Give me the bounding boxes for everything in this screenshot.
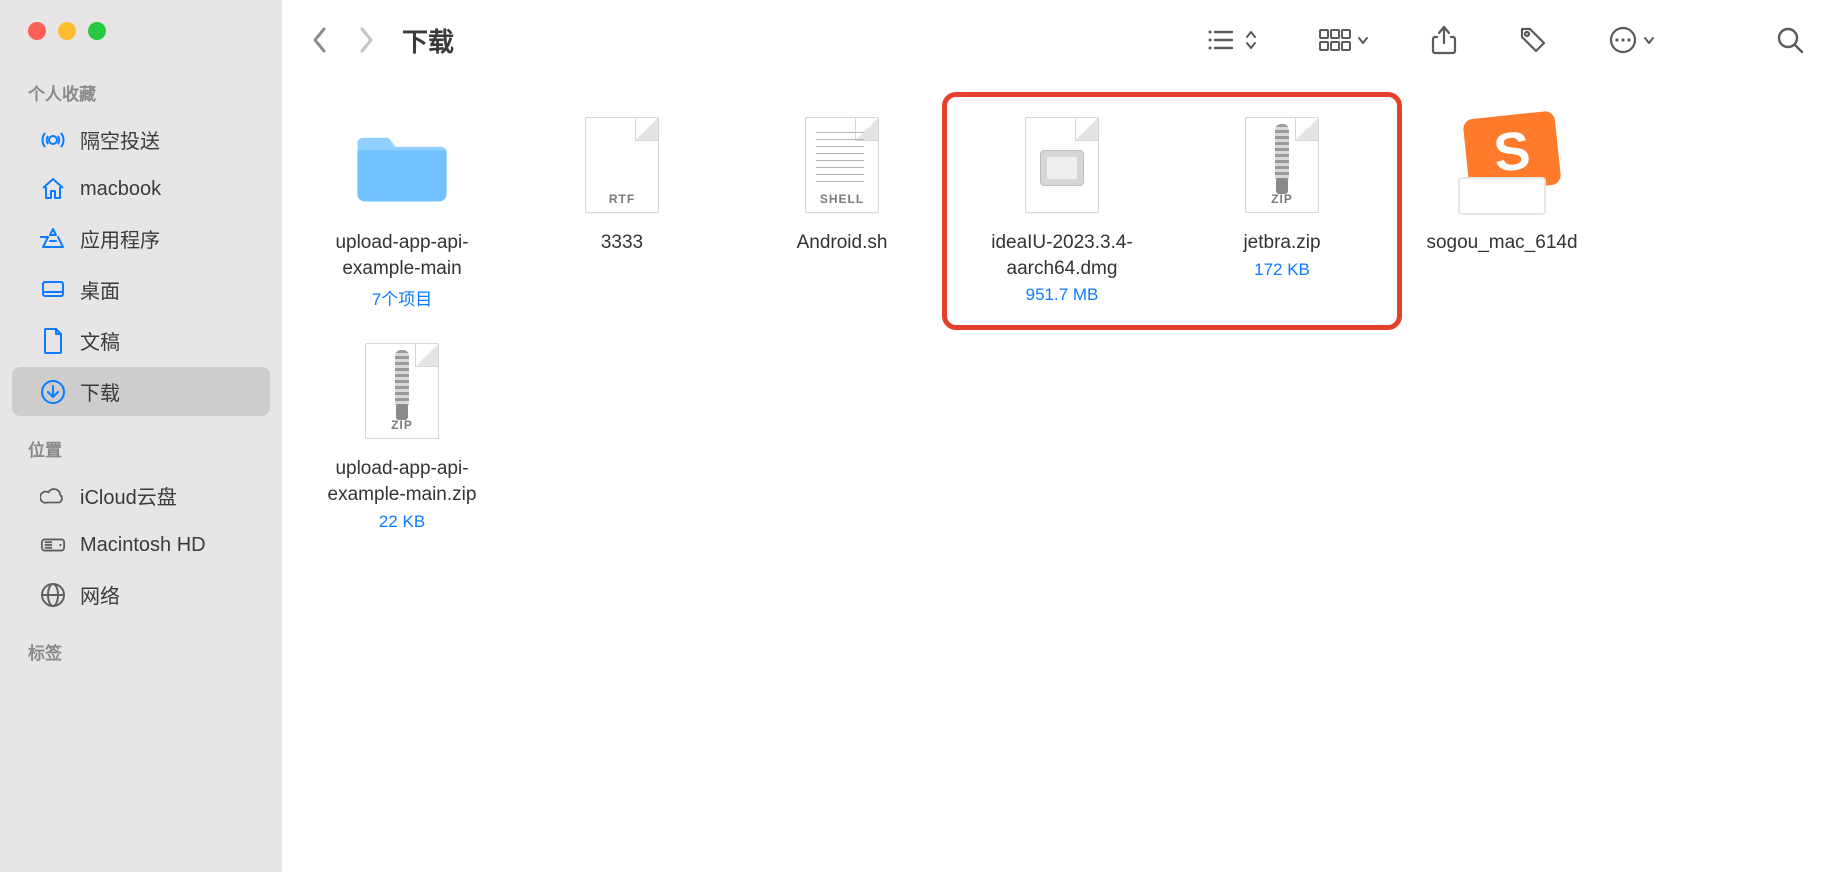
sidebar-item-label: 文稿	[80, 326, 120, 355]
folder-icon	[352, 110, 452, 220]
more-button[interactable]	[1608, 25, 1656, 55]
maximize-window-button[interactable]	[88, 22, 106, 40]
sidebar-item-hdd[interactable]: Macintosh HD	[12, 522, 270, 568]
file-item[interactable]: ZIP upload-app-api-example-main.zip 22 KB	[292, 326, 512, 547]
sidebar-item-cloud[interactable]: iCloud云盘	[12, 471, 270, 520]
sogou-icon: S	[1452, 110, 1552, 220]
sidebar-item-label: 网络	[80, 580, 120, 609]
file-item[interactable]: upload-app-api-example-main 7个项目	[292, 100, 512, 326]
download-icon	[40, 379, 66, 405]
file-name: ideaIU-2023.3.4-aarch64.dmg	[958, 230, 1166, 281]
zip-icon: ZIP	[352, 336, 452, 446]
file-name: Android.sh	[797, 230, 888, 256]
airdrop-icon	[40, 127, 66, 153]
main-area: 下载	[282, 0, 1840, 872]
apps-icon	[40, 226, 66, 252]
sidebar-item-globe[interactable]: 网络	[12, 570, 270, 619]
view-group-button[interactable]	[1318, 27, 1370, 53]
close-window-button[interactable]	[28, 22, 46, 40]
sidebar-item-label: iCloud云盘	[80, 481, 177, 510]
sidebar-item-desktop[interactable]: 桌面	[12, 265, 270, 314]
tag-button[interactable]	[1518, 25, 1548, 55]
cloud-icon	[40, 483, 66, 509]
sidebar-item-label: 桌面	[80, 275, 120, 304]
file-subtext: 7个项目	[372, 285, 432, 310]
file-subtext: 172 KB	[1254, 260, 1310, 280]
window-controls	[0, 22, 282, 62]
sidebar-item-label: Macintosh HD	[80, 534, 206, 557]
view-list-button[interactable]	[1206, 27, 1258, 53]
window-title: 下载	[402, 22, 454, 59]
sidebar-item-label: macbook	[80, 178, 161, 201]
forward-button[interactable]	[348, 22, 384, 58]
house-icon	[40, 176, 66, 202]
hdd-icon	[40, 532, 66, 558]
doc-icon	[40, 328, 66, 354]
sidebar-item-airdrop[interactable]: 隔空投送	[12, 115, 270, 164]
file-name: 3333	[601, 230, 643, 256]
file-name: jetbra.zip	[1243, 230, 1320, 256]
globe-icon	[40, 582, 66, 608]
sidebar-item-label: 隔空投送	[80, 125, 160, 154]
file-grid: upload-app-api-example-main 7个项目 RTF 3333 SH…	[282, 80, 1840, 568]
file-name: upload-app-api-example-main	[298, 230, 506, 281]
file-item[interactable]: ZIP jetbra.zip 172 KB	[1172, 100, 1392, 326]
file-item[interactable]: SHELL Android.sh	[732, 100, 952, 326]
shell-icon: SHELL	[792, 110, 892, 220]
sidebar-item-doc[interactable]: 文稿	[12, 316, 270, 365]
sidebar-item-house[interactable]: macbook	[12, 166, 270, 212]
sidebar: 个人收藏隔空投送 macbook 应用程序桌面文稿下载位置 iCloud云盘 Macin…	[0, 0, 282, 872]
zip-icon: ZIP	[1232, 110, 1332, 220]
sidebar-section-header: 位置	[0, 418, 282, 469]
file-item[interactable]: ideaIU-2023.3.4-aarch64.dmg 951.7 MB	[952, 100, 1172, 326]
sidebar-section-header: 个人收藏	[0, 62, 282, 113]
sidebar-item-download[interactable]: 下载	[12, 367, 270, 416]
file-subtext: 22 KB	[379, 512, 425, 532]
back-button[interactable]	[302, 22, 338, 58]
search-button[interactable]	[1776, 26, 1804, 54]
share-button[interactable]	[1430, 25, 1458, 55]
file-name: sogou_mac_614d	[1426, 230, 1577, 256]
sidebar-item-apps[interactable]: 应用程序	[12, 214, 270, 263]
file-subtext: 951.7 MB	[1026, 285, 1099, 305]
toolbar: 下载	[282, 0, 1840, 80]
sidebar-item-label: 下载	[80, 377, 120, 406]
file-item[interactable]: Ssogou_mac_614d	[1392, 100, 1612, 326]
dmg-icon	[1012, 110, 1112, 220]
rtf-icon: RTF	[572, 110, 672, 220]
sidebar-section-header: 标签	[0, 621, 282, 672]
file-item[interactable]: RTF 3333	[512, 100, 732, 326]
minimize-window-button[interactable]	[58, 22, 76, 40]
desktop-icon	[40, 277, 66, 303]
file-name: upload-app-api-example-main.zip	[298, 456, 506, 507]
sidebar-item-label: 应用程序	[80, 224, 160, 253]
